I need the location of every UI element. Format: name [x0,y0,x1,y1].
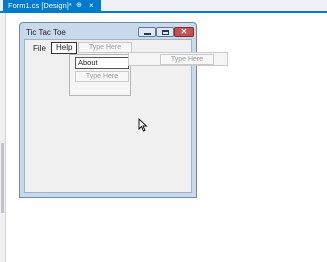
tab-accent-bar [0,11,327,13]
dropdown-type-here[interactable]: Type Here [75,71,129,82]
menu-item-help[interactable]: Help [51,42,78,54]
close-tab-icon[interactable]: × [89,0,94,11]
submenu-type-here[interactable]: Type Here [160,54,214,65]
close-button[interactable]: ✕ [174,27,194,37]
tab-form1-design[interactable]: Form1.cs [Design]* ⊕ × [3,0,101,11]
dropdown-item-about[interactable]: About [75,57,129,69]
menu-type-here[interactable]: Type Here [78,42,132,53]
left-panel-edge [0,13,6,262]
minimize-icon [144,33,151,35]
tab-label: Form1.cs [Design]* [8,1,72,10]
form-title: Tic Tac Toe [26,28,66,37]
submenu-hint: Type Here [128,52,228,66]
designer-form-window[interactable]: Tic Tac Toe ✕ File Help Type Here About … [19,22,197,198]
maximize-icon [162,30,169,35]
close-icon: ✕ [180,27,188,36]
left-scrollbar[interactable] [1,143,4,213]
minimize-button[interactable] [138,27,156,37]
menu-item-file[interactable]: File [33,44,46,53]
maximize-button[interactable] [156,27,174,37]
document-tab-strip: Form1.cs [Design]* ⊕ × [0,0,327,11]
help-dropdown: About Type Here [69,54,131,96]
pin-icon[interactable]: ⊕ [76,1,82,10]
mouse-cursor-icon [138,118,148,132]
